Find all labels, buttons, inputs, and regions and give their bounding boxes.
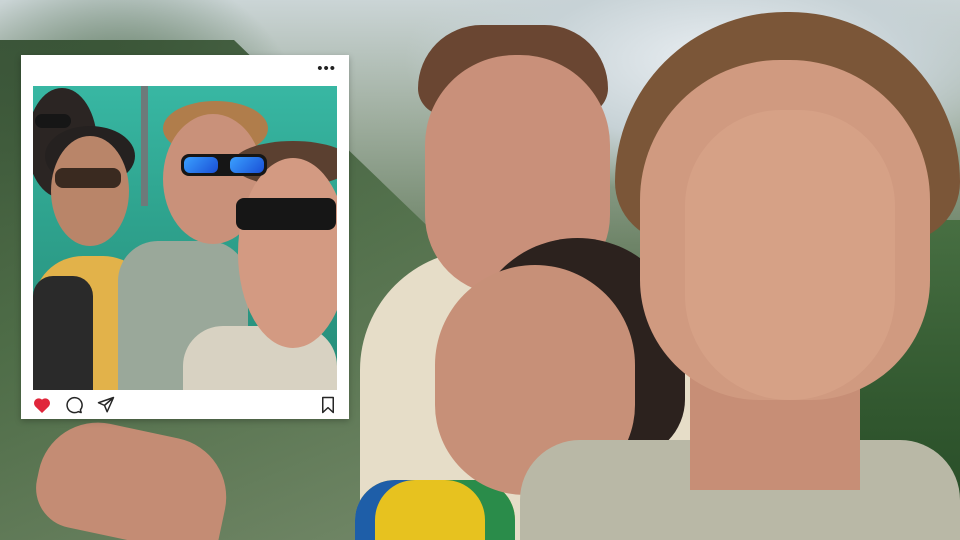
man-front-face <box>685 110 895 400</box>
post-photo[interactable] <box>33 86 337 390</box>
sunglasses <box>181 154 267 176</box>
bookmark-icon[interactable] <box>319 396 337 414</box>
more-dots-icon[interactable]: ••• <box>317 59 336 79</box>
heart-icon[interactable] <box>33 396 51 414</box>
post-action-bar <box>21 390 349 419</box>
woman-shirt <box>355 480 515 540</box>
sunglasses <box>236 198 336 230</box>
sunglasses <box>55 168 121 188</box>
photo-woman-two <box>51 136 129 246</box>
boat-rail <box>141 86 148 206</box>
photo-jacket <box>33 276 93 390</box>
sunglasses <box>35 114 71 128</box>
comment-icon[interactable] <box>65 396 83 414</box>
instagram-post-card: ••• <box>21 55 349 419</box>
photo-man-two <box>238 158 337 348</box>
send-icon[interactable] <box>97 396 115 414</box>
